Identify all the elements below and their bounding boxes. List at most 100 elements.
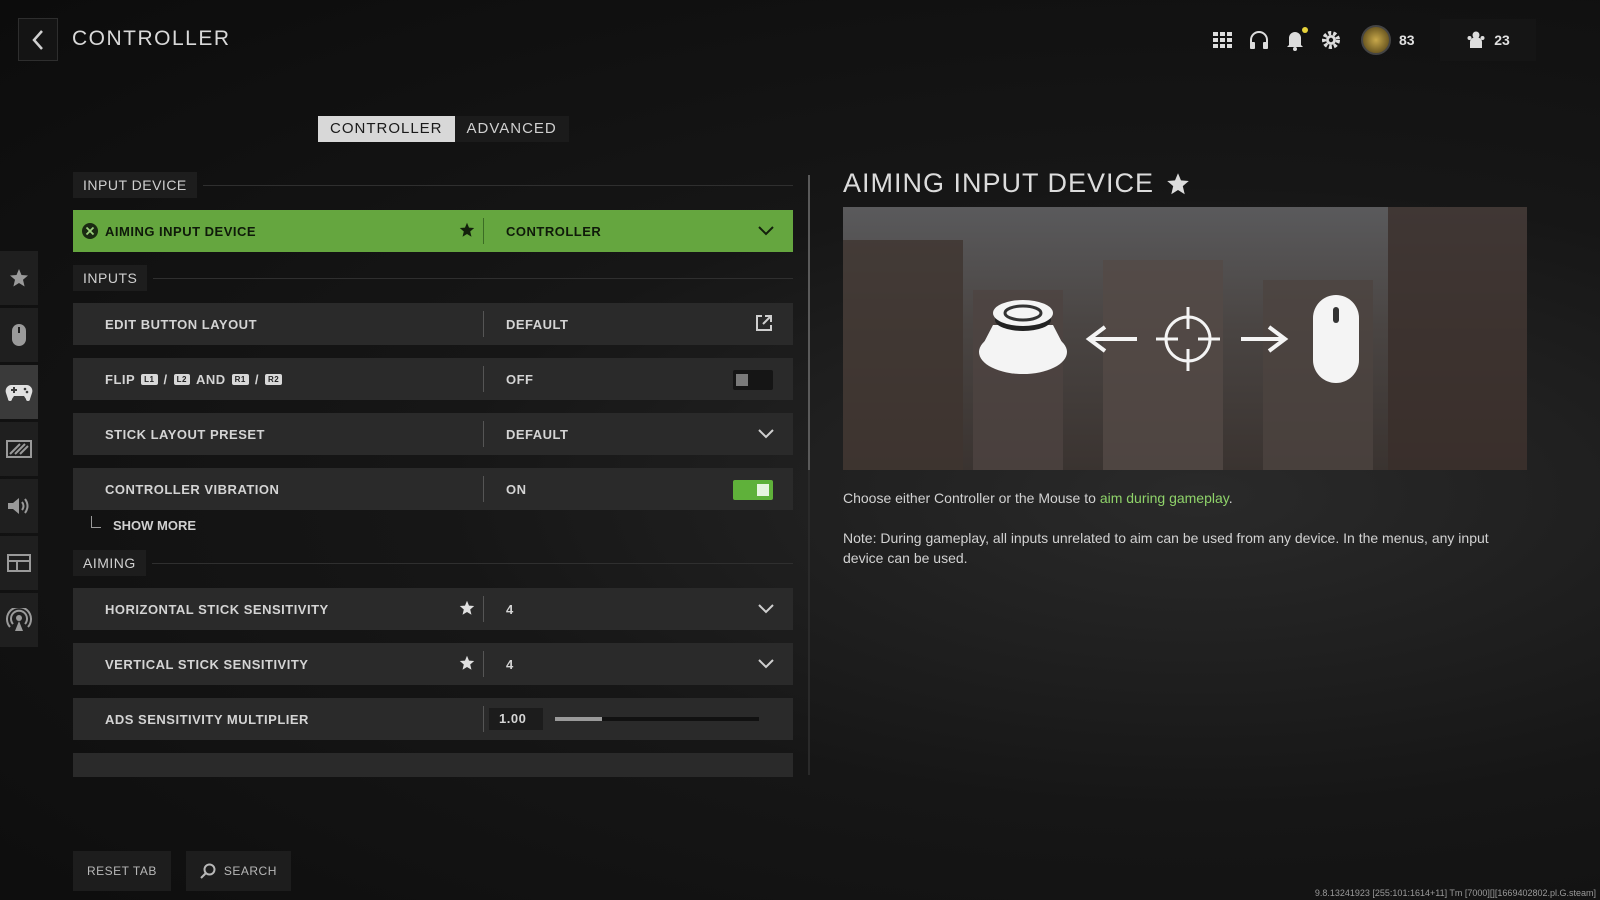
setting-ads-sensitivity-multiplier[interactable]: ADS SENSITIVITY MULTIPLIER 1.00	[73, 698, 793, 740]
rail-item-network[interactable]	[0, 593, 38, 647]
arrow-left-icon	[1085, 325, 1137, 353]
setting-value: DEFAULT	[506, 426, 569, 442]
setting-next-partial[interactable]	[73, 753, 793, 777]
favorite-star-icon[interactable]	[459, 655, 475, 671]
setting-controller-vibration[interactable]: CONTROLLER VIBRATION ON	[73, 468, 793, 510]
reset-x-icon[interactable]	[81, 222, 99, 240]
settings-button[interactable]	[1313, 22, 1349, 58]
network-icon	[6, 608, 32, 631]
rail-item-interface[interactable]	[0, 536, 38, 590]
rail-item-controller[interactable]	[0, 365, 38, 419]
row-divider	[483, 476, 484, 502]
row-divider	[483, 421, 484, 447]
setting-stick-layout-preset[interactable]: STICK LAYOUT PRESET DEFAULT	[73, 413, 793, 455]
detail-preview-image	[843, 207, 1527, 470]
setting-value: 4	[506, 601, 514, 617]
detail-note: Note: During gameplay, all inputs unrela…	[843, 530, 1489, 566]
detail-description: Choose either Controller or the Mouse to…	[843, 488, 1523, 508]
rail-item-mouse[interactable]	[0, 308, 38, 362]
section-label: AIMING	[73, 550, 146, 576]
slider-fill	[555, 717, 602, 721]
search-button[interactable]: SEARCH	[185, 851, 291, 891]
tab-controller[interactable]: CONTROLLER	[318, 116, 455, 142]
detail-title: AIMING INPUT DEVICE	[843, 168, 1190, 199]
notifications-button[interactable]	[1277, 22, 1313, 58]
section-header-input-device: INPUT DEVICE	[73, 172, 793, 198]
bell-icon	[1287, 32, 1303, 51]
l1-button-icon: L1	[141, 373, 158, 385]
slider-value-field[interactable]: 1.00	[489, 708, 543, 730]
star-icon	[10, 269, 28, 287]
party-button[interactable]: 23	[1440, 19, 1536, 61]
rail-item-graphics[interactable]	[0, 422, 38, 476]
settings-category-rail	[0, 251, 38, 650]
tab-bar: CONTROLLER ADVANCED	[318, 116, 569, 142]
flip-toggle[interactable]	[733, 370, 773, 390]
settings-scrollbar[interactable]	[808, 175, 810, 775]
vibration-toggle[interactable]	[733, 480, 773, 500]
section-header-aiming: AIMING	[73, 550, 793, 576]
r2-button-icon: R2	[265, 373, 283, 385]
rail-item-audio[interactable]	[0, 479, 38, 533]
settings-list: INPUT DEVICE AIMING INPUT DEVICE CONTROL…	[73, 172, 793, 777]
rail-item-favorites[interactable]	[0, 251, 38, 305]
section-label: INPUTS	[73, 265, 148, 291]
setting-aiming-input-device[interactable]: AIMING INPUT DEVICE CONTROLLER	[73, 210, 793, 252]
chevron-left-icon	[32, 29, 43, 50]
row-divider	[483, 706, 484, 732]
setting-value: CONTROLLER	[506, 223, 602, 239]
tree-elbow	[91, 516, 101, 528]
setting-vertical-stick-sensitivity[interactable]: VERTICAL STICK SENSITIVITY 4	[73, 643, 793, 685]
arrow-right-icon	[1241, 325, 1289, 353]
setting-horizontal-stick-sensitivity[interactable]: HORIZONTAL STICK SENSITIVITY 4	[73, 588, 793, 630]
ads-sensitivity-slider[interactable]	[555, 717, 759, 721]
show-more-link[interactable]: SHOW MORE	[73, 516, 793, 538]
flip-prefix: FLIP	[105, 371, 136, 387]
flip-separator: /	[254, 371, 260, 387]
r1-button-icon: R1	[231, 373, 249, 385]
favorite-star-icon[interactable]	[459, 600, 475, 616]
grid-menu-button[interactable]	[1205, 22, 1241, 58]
section-header-inputs: INPUTS	[73, 265, 793, 291]
crosshair-icon	[1156, 307, 1220, 371]
rank-badge-icon	[1361, 25, 1391, 55]
back-button[interactable]	[18, 18, 58, 61]
description-suffix: .	[1228, 490, 1233, 506]
grid-icon	[1213, 32, 1232, 48]
party-icon	[1467, 31, 1485, 48]
setting-flip-triggers[interactable]: FLIP L1 / L2 AND R1 / R2 OFF	[73, 358, 793, 400]
flip-separator: /	[163, 371, 168, 387]
chevron-down-icon	[758, 659, 774, 669]
chevron-down-icon	[758, 226, 774, 236]
l2-button-icon: L2	[173, 373, 190, 385]
setting-label: VERTICAL STICK SENSITIVITY	[105, 656, 309, 672]
input-device-diagram	[979, 295, 1359, 383]
star-icon	[1167, 172, 1189, 194]
setting-label: HORIZONTAL STICK SENSITIVITY	[105, 601, 329, 617]
description-text: Choose either Controller or the Mouse to	[843, 490, 1100, 506]
gear-icon	[1322, 31, 1340, 49]
mouse-icon	[1313, 295, 1359, 383]
setting-label: EDIT BUTTON LAYOUT	[105, 316, 258, 332]
scrollbar-thumb[interactable]	[808, 175, 810, 470]
player-level[interactable]: 83	[1361, 25, 1415, 55]
row-divider	[483, 651, 484, 677]
favorite-star-icon[interactable]	[459, 222, 475, 238]
show-more-label: SHOW MORE	[113, 518, 197, 533]
setting-edit-button-layout[interactable]: EDIT BUTTON LAYOUT DEFAULT	[73, 303, 793, 345]
headset-button[interactable]	[1241, 22, 1277, 58]
section-divider	[202, 184, 793, 186]
setting-label: AIMING INPUT DEVICE	[105, 223, 257, 239]
reset-tab-button[interactable]: RESET TAB	[73, 851, 171, 891]
top-icon-bar: 83	[1205, 22, 1415, 58]
chevron-down-icon	[758, 604, 774, 614]
chevron-down-icon	[758, 429, 774, 439]
headset-icon	[1250, 31, 1268, 49]
tab-advanced[interactable]: ADVANCED	[454, 116, 569, 142]
toggle-knob	[736, 374, 748, 386]
external-link-icon	[756, 315, 772, 331]
mouse-icon	[12, 324, 26, 346]
setting-label: STICK LAYOUT PRESET	[105, 426, 265, 442]
display-icon	[6, 440, 32, 458]
search-icon	[200, 863, 216, 879]
